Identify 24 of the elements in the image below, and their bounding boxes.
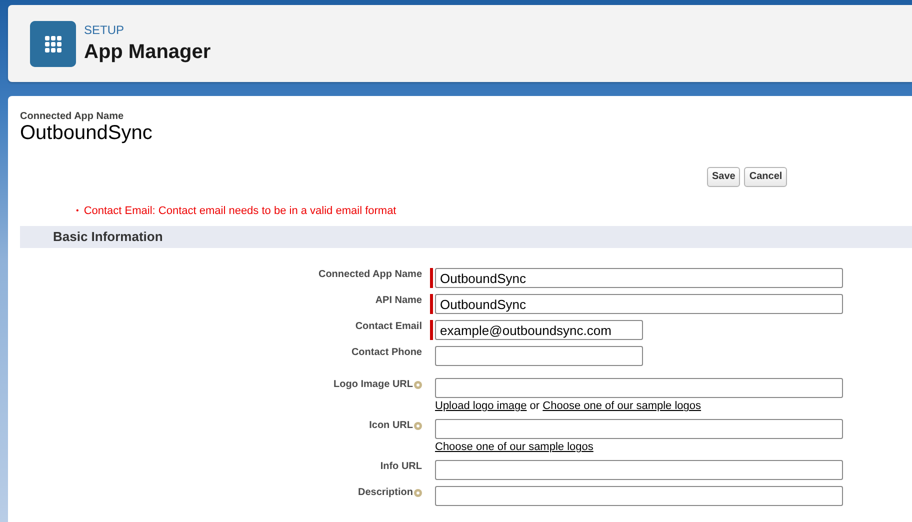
sample-link[interactable]: Choose one of our sample logos [542,400,702,412]
cancel-button[interactable]: Cancel [744,167,788,187]
field-label: Icon URL [369,420,413,432]
record-name: OutboundSync [20,122,154,144]
field-label: API Name [375,295,422,306]
save-button[interactable]: Save [707,167,740,187]
section-header: Basic Information [20,226,912,248]
field-label: Description [358,487,413,498]
text-field[interactable]: OutboundSync [435,294,843,314]
separator-text: or [530,400,540,412]
bullet-mark: • [76,206,79,216]
field-label: Contact Email [355,321,422,332]
field-label: Info URL [380,461,422,472]
page-title: App Manager [84,40,211,64]
field-label: Logo Image URL [334,379,413,390]
field-label: Contact Phone [351,347,422,358]
text-field[interactable]: example@outboundsync.com [435,320,643,340]
text-field[interactable]: OutboundSync [435,268,843,288]
sample-link[interactable]: Choose one of our sample logos [435,441,594,454]
record-label: Connected App Name [20,112,125,122]
error-message: Contact Email: Contact email needs to be in a valid email format [84,205,396,217]
field-label: Connected App Name [318,269,422,280]
sample-link[interactable]: Upload logo image [435,400,527,412]
breadcrumb: SETUP [84,24,126,36]
